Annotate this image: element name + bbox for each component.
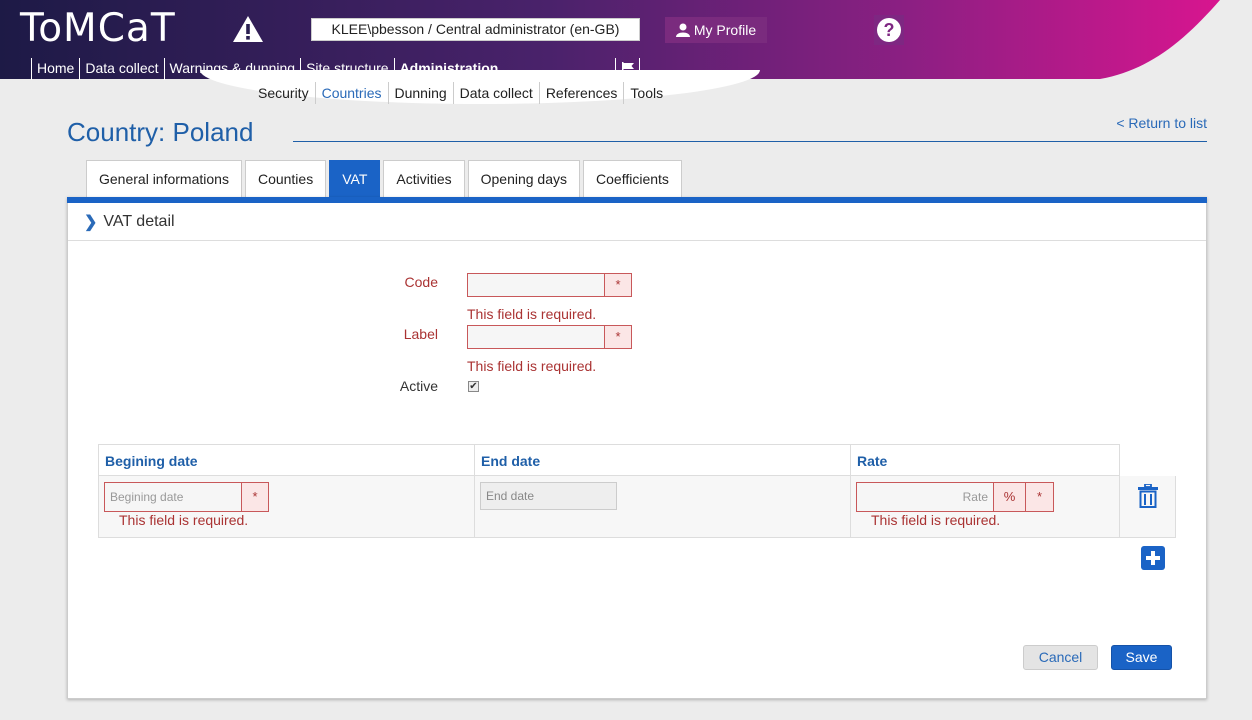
code-input-group: *	[467, 273, 632, 297]
code-input[interactable]	[467, 273, 604, 297]
tab-opening-days[interactable]: Opening days	[467, 160, 581, 198]
label-error: This field is required.	[467, 358, 597, 374]
panel-title: VAT detail	[103, 212, 175, 230]
active-checkbox[interactable]: ✔	[468, 381, 479, 392]
return-to-list-link[interactable]: < Return to list	[1116, 115, 1207, 131]
label-label: Label	[403, 326, 438, 342]
active-label: Active	[399, 378, 438, 394]
subnav-countries[interactable]: Countries	[314, 82, 388, 104]
label-input[interactable]	[467, 325, 604, 349]
begin-date-input-group: Begining date *	[104, 482, 269, 512]
rate-input[interactable]: Rate	[856, 482, 993, 512]
add-row-button[interactable]	[1141, 546, 1165, 570]
vat-detail-panel: ❯ VAT detail Code * This field is requir…	[67, 197, 1207, 699]
chevron-right-icon: ❯	[84, 213, 98, 231]
cell-rate: Rate % * This field is required.	[850, 476, 1120, 538]
subnav-references[interactable]: References	[538, 82, 624, 104]
page-title: Country: Poland	[67, 117, 254, 147]
plus-icon	[1146, 551, 1160, 565]
subnav-security[interactable]: Security	[252, 82, 315, 104]
label-required-marker: *	[604, 325, 632, 349]
subnav-data-collect[interactable]: Data collect	[452, 82, 539, 104]
title-divider	[293, 141, 1207, 142]
tab-coefficients[interactable]: Coefficients	[583, 160, 682, 198]
nav-data-collect[interactable]: Data collect	[79, 58, 163, 80]
cell-end-date: End date	[474, 476, 851, 538]
end-date-input[interactable]: End date	[480, 482, 617, 510]
my-profile-label: My Profile	[693, 22, 757, 38]
sub-nav: Security Countries Dunning Data collect …	[252, 82, 669, 104]
rate-error: This field is required.	[871, 512, 1001, 528]
trash-icon[interactable]	[1138, 484, 1158, 508]
column-header-end-date[interactable]: End date	[474, 444, 851, 476]
subnav-tools[interactable]: Tools	[623, 82, 669, 104]
my-profile-button[interactable]: My Profile	[665, 17, 767, 43]
help-button[interactable]: ?	[874, 15, 904, 45]
nav-home[interactable]: Home	[31, 58, 79, 80]
cancel-button[interactable]: Cancel	[1023, 645, 1098, 670]
current-user-display: KLEE\pbesson / Central administrator (en…	[311, 18, 640, 41]
tab-counties[interactable]: Counties	[244, 160, 327, 198]
country-tabs: General informations Counties VAT Activi…	[86, 160, 682, 198]
column-header-rate[interactable]: Rate	[850, 444, 1120, 476]
column-header-begin-date[interactable]: Begining date	[98, 444, 475, 476]
subnav-dunning[interactable]: Dunning	[387, 82, 453, 104]
warning-icon[interactable]	[232, 14, 264, 44]
help-icon: ?	[877, 18, 901, 42]
rate-required-marker: *	[1026, 482, 1054, 512]
begin-date-input[interactable]: Begining date	[104, 482, 241, 512]
tab-activities[interactable]: Activities	[383, 160, 465, 198]
label-input-group: *	[467, 325, 632, 349]
panel-header[interactable]: ❯ VAT detail	[68, 203, 1206, 241]
code-required-marker: *	[604, 273, 632, 297]
code-error: This field is required.	[467, 306, 597, 322]
app-logo: ToMCaT	[20, 6, 176, 51]
code-label: Code	[404, 274, 438, 290]
begin-date-error: This field is required.	[119, 512, 249, 528]
save-button[interactable]: Save	[1111, 645, 1172, 670]
tab-general-informations[interactable]: General informations	[86, 160, 242, 198]
begin-date-required-marker: *	[241, 482, 269, 512]
tab-vat[interactable]: VAT	[329, 160, 381, 198]
rate-input-group: Rate % *	[856, 482, 1054, 512]
cell-actions	[1119, 476, 1176, 538]
cell-begin-date: Begining date * This field is required.	[98, 476, 475, 538]
rate-percent-addon: %	[993, 482, 1026, 512]
user-icon	[675, 23, 690, 37]
